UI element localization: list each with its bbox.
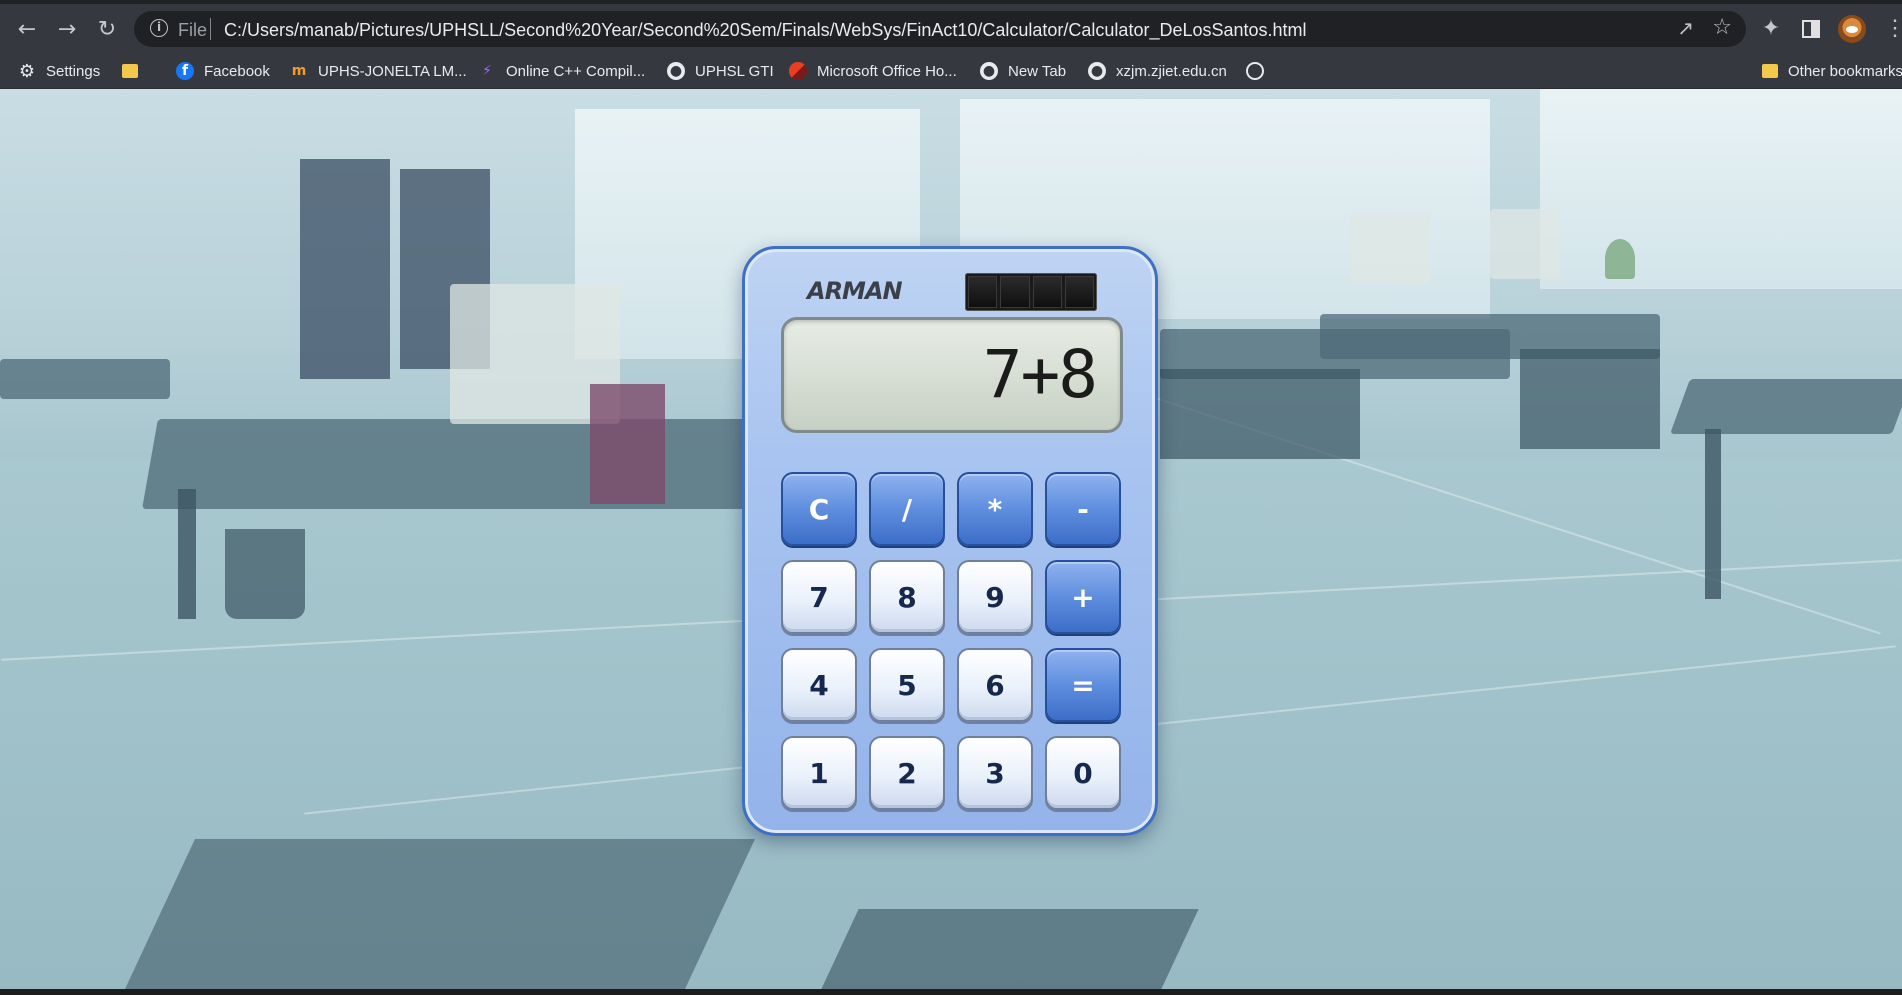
- bookmark-xzjm[interactable]: ● xzjm.zjiet.edu.cn: [1088, 59, 1227, 83]
- app-icon: [1246, 62, 1264, 80]
- share-icon[interactable]: ↗: [1677, 16, 1694, 40]
- bookmark-label: New Tab: [1008, 62, 1067, 80]
- kebab-menu-icon[interactable]: ⋮: [1884, 14, 1902, 44]
- bookmarks-bar: ⚙ Settings f Facebook m UPHS-JONELTA LM.…: [0, 52, 1902, 89]
- globe-icon: ●: [667, 62, 685, 80]
- background-binder: [590, 384, 665, 504]
- digit-2-button[interactable]: 2: [869, 736, 945, 810]
- bookmark-uphsl-gti[interactable]: ● UPHSL GTI: [667, 59, 774, 83]
- globe-icon: ●: [980, 62, 998, 80]
- omnibox-divider: [210, 18, 211, 40]
- bookmark-facebook[interactable]: f Facebook: [176, 59, 270, 83]
- background-cabinet: [300, 159, 390, 379]
- bookmark-label: Facebook: [204, 62, 270, 80]
- gear-icon: ⚙: [18, 60, 36, 82]
- calculator-brand: ARMAN: [807, 277, 903, 305]
- background-monitor: [1350, 214, 1430, 284]
- background-desk-leg: [178, 489, 196, 619]
- profile-avatar[interactable]: [1838, 15, 1866, 43]
- calculator-display: 7+8: [781, 317, 1123, 433]
- background-chair-shadow: [821, 909, 1199, 989]
- side-panel-icon[interactable]: [1802, 20, 1820, 38]
- digit-1-button[interactable]: 1: [781, 736, 857, 810]
- url-text[interactable]: C:/Users/manab/Pictures/UPHSLL/Second%20…: [224, 20, 1307, 41]
- window-bottom-edge: [0, 989, 1902, 995]
- background-chair-shadow: [125, 839, 755, 989]
- background-window: [1540, 89, 1902, 289]
- background-trash-bin: [225, 529, 305, 619]
- multiply-button[interactable]: *: [957, 472, 1033, 546]
- bookmark-label: Microsoft Office Ho...: [817, 62, 957, 80]
- facebook-icon: f: [176, 62, 194, 80]
- forward-arrow-icon[interactable]: →: [52, 14, 82, 44]
- digit-6-button[interactable]: 6: [957, 648, 1033, 722]
- other-bookmarks-label: Other bookmarks: [1788, 62, 1902, 80]
- bookmark-label: xzjm.zjiet.edu.cn: [1116, 62, 1227, 80]
- bookmark-online-cpp[interactable]: ⚡ Online C++ Compil...: [478, 59, 645, 83]
- office-icon: [789, 62, 807, 80]
- divide-button[interactable]: /: [869, 472, 945, 546]
- bookmark-settings[interactable]: ⚙ Settings: [18, 59, 100, 83]
- digit-0-button[interactable]: 0: [1045, 736, 1121, 810]
- star-icon[interactable]: ☆: [1712, 15, 1732, 40]
- address-bar[interactable]: i File C:/Users/manab/Pictures/UPHSLL/Se…: [134, 11, 1746, 47]
- other-bookmarks[interactable]: Other bookmarks: [1762, 59, 1902, 83]
- add-button[interactable]: +: [1045, 560, 1121, 634]
- solar-panel: [965, 273, 1097, 311]
- bookmark-uphs-jonelta[interactable]: m UPHS-JONELTA LM...: [290, 59, 467, 83]
- subtract-button[interactable]: -: [1045, 472, 1121, 546]
- globe-icon: ●: [1088, 62, 1106, 80]
- background-desk-cabinet: [1160, 369, 1360, 459]
- back-arrow-icon[interactable]: ←: [12, 14, 42, 44]
- bookmark-label: Settings: [46, 62, 101, 80]
- background-desk-cabinet: [1520, 349, 1660, 449]
- moodle-icon: m: [291, 63, 307, 79]
- equals-button[interactable]: =: [1045, 648, 1121, 722]
- bookmark-new-tab[interactable]: ● New Tab: [980, 59, 1066, 83]
- solar-cell: [1064, 276, 1094, 308]
- solar-cell: [968, 276, 998, 308]
- puzzle-icon[interactable]: ✦: [1756, 14, 1786, 44]
- calculator: ARMAN 7+8 C / * - 7 8 9 + 4 5 6 = 1 2 3 …: [742, 246, 1158, 836]
- bookmark-app[interactable]: [1246, 59, 1274, 83]
- folder-icon: [1762, 64, 1778, 78]
- solar-cell: [1000, 276, 1030, 308]
- background-desk-leg: [1705, 429, 1721, 599]
- folder-icon: [122, 64, 138, 78]
- background-plant: [1605, 239, 1635, 279]
- bookmark-label: Online C++ Compil...: [506, 62, 646, 80]
- bookmark-label: UPHSL GTI: [695, 62, 774, 80]
- reload-icon[interactable]: ↻: [92, 14, 122, 44]
- digit-3-button[interactable]: 3: [957, 736, 1033, 810]
- digit-9-button[interactable]: 9: [957, 560, 1033, 634]
- digit-7-button[interactable]: 7: [781, 560, 857, 634]
- background-desk: [0, 359, 170, 399]
- browser-toolbar: ← → ↻ i File C:/Users/manab/Pictures/UPH…: [0, 0, 1902, 52]
- bookmark-microsoft-office[interactable]: Microsoft Office Ho...: [789, 59, 957, 83]
- digit-8-button[interactable]: 8: [869, 560, 945, 634]
- clear-button[interactable]: C: [781, 472, 857, 546]
- digit-5-button[interactable]: 5: [869, 648, 945, 722]
- url-scheme-label: File: [178, 20, 208, 40]
- bolt-icon: ⚡: [482, 63, 492, 79]
- site-info-icon[interactable]: i: [150, 19, 168, 37]
- solar-cell: [1032, 276, 1062, 308]
- bookmark-label: UPHS-JONELTA LM...: [318, 62, 467, 80]
- bookmark-folder[interactable]: [122, 59, 148, 83]
- background-desk: [1669, 379, 1902, 434]
- browser-chrome: ← → ↻ i File C:/Users/manab/Pictures/UPH…: [0, 0, 1902, 89]
- background-monitor: [1490, 209, 1560, 279]
- display-value: 7+8: [982, 336, 1098, 413]
- digit-4-button[interactable]: 4: [781, 648, 857, 722]
- background-desk: [142, 419, 798, 509]
